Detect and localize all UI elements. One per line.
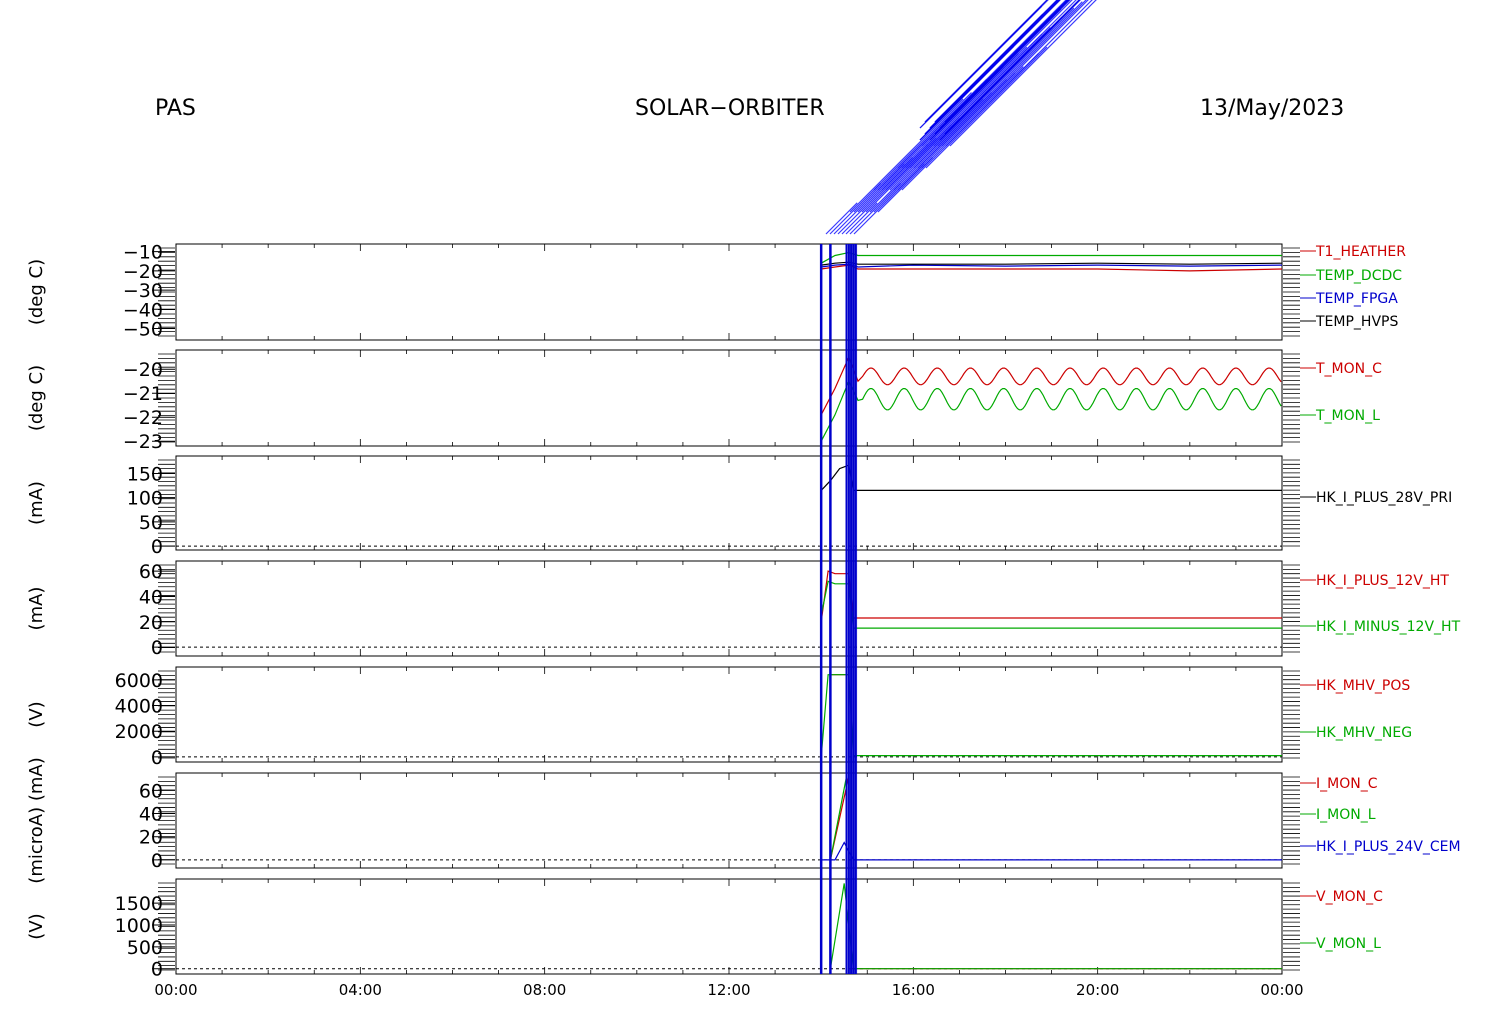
y-tick-label: −23 [123,431,163,453]
y-tick-label: 0 [151,959,163,981]
event-label-stroke [913,7,1075,169]
series-line [821,841,1282,861]
series-line [820,580,1282,629]
series-line [829,776,848,861]
event-marker-band [848,244,858,974]
event-label-stroke [845,202,878,235]
event-label-stroke [825,202,858,235]
legend-label: HK_MHV_POS [1316,678,1410,694]
y-axis-label: (V) [26,701,47,727]
y-tick-label: 20 [139,827,163,849]
y-axis-label: (mA) [26,587,47,631]
y-tick-label: 0 [151,850,163,872]
y-tick-label: −20 [123,359,163,381]
y-tick-label: 1500 [115,893,163,915]
x-tick-label: 08:00 [523,981,566,999]
panel-frame [175,560,1283,657]
y-tick-label: 0 [151,747,163,769]
y-tick-label: 100 [127,488,163,510]
panel-frame [175,455,1283,551]
panel-i12: 0 20 40 60 (mA) HK_I_PLUS_12V_HT HK_I_MINUS_12… [26,560,1461,659]
legend-label: T_MON_C [1315,361,1382,377]
legend-label: HK_I_PLUS_24V_CEM [1316,839,1461,855]
y-axis-label: (mA) [26,481,47,525]
y-tick-label: 500 [127,937,163,959]
event-label-stroke [909,27,1051,169]
series-line [820,379,1282,442]
event-label-stroke [919,0,1049,129]
panel-imon: 0204060 (microA) (mA) I_MON_C I_MON_L HK_I_P… [26,757,1461,883]
panel-temps: −10−20−30−40−50(deg C)T1_HEATHERTEMP_DCD… [26,242,1406,341]
panel-frame [175,349,1283,447]
y-tick-label: 0 [151,536,163,558]
y-axis-label: (deg C) [26,259,47,325]
x-tick-label: 12:00 [707,981,750,999]
y-tick-label: −22 [123,407,163,429]
legend-label: HK_I_PLUS_12V_HT [1316,573,1449,589]
panel-frame [175,772,1283,869]
series-line [820,570,1282,622]
legend-label: I_MON_C [1316,776,1378,792]
y-tick-label: 50 [139,512,163,534]
y-tick-label: 40 [139,804,163,826]
x-tick-label: 20:00 [1076,981,1119,999]
event-labels-decoration [825,0,1097,235]
event-label-stroke [849,98,964,213]
y-tick-label: 1000 [115,915,163,937]
y-tick-label: 6000 [115,670,163,692]
panel-frame [175,878,1283,975]
legend-label: HK_I_MINUS_12V_HT [1316,619,1461,635]
y-tick-label: 0 [151,637,163,659]
panel-mhv: 0 2000 4000 6000 (V) HK_MHV_POS HK_MHV_NEG [26,666,1412,769]
event-label-stroke [944,0,1080,135]
legend-label: TEMP_HVPS [1315,314,1398,330]
panel-i28: 050100 150 (mA) HK_I_PLUS_28V_PRI [26,455,1452,558]
x-tick-label: 16:00 [892,981,935,999]
y-tick-label: 20 [139,612,163,634]
event-label-stroke [905,46,1028,169]
x-tick-label: 04:00 [339,981,382,999]
y-tick-label: 60 [139,561,163,583]
event-label-stroke [921,66,1024,169]
series-line [820,251,1282,264]
legend-label: I_MON_L [1316,807,1376,823]
legend-label: TEMP_FPGA [1315,291,1398,307]
y-tick-label: −21 [123,383,163,405]
event-label-stroke [937,1,1083,147]
y-tick-label: 150 [127,463,163,485]
series-line [821,261,1283,266]
x-tick-label: 00:00 [1260,981,1303,999]
panel-frame [175,243,1283,341]
y-tick-label: 60 [139,780,163,802]
panel-tmon: −20−21−22−23 (deg C) T_MON_C T_MON_L [26,349,1382,453]
housekeeping-chart: −10−20−30−40−50(deg C)T1_HEATHERTEMP_DCD… [26,0,1461,999]
y-tick-label: 40 [139,586,163,608]
series-line [820,464,1282,491]
y-axis-label: (deg C) [26,365,47,431]
legend-label: HK_MHV_NEG [1316,725,1412,741]
legend-label: V_MON_C [1316,889,1383,905]
legend-label: V_MON_L [1316,936,1381,952]
x-tick-label: 00:00 [154,981,197,999]
series-line [829,883,1282,970]
y-tick-label: 2000 [115,721,163,743]
y-axis-label: (microA) (mA) [26,757,47,883]
panel-vmon: 050010001500 (V) V_MON_C V_MON_L [26,878,1383,981]
panel-frame [175,666,1283,763]
event-label-stroke [949,0,1097,147]
legend-label: TEMP_DCDC [1315,268,1402,284]
legend-label: T1_HEATHER [1315,244,1406,260]
event-label-stroke [873,92,972,191]
series-line [820,355,1282,416]
y-tick-label: −50 [123,318,163,340]
y-tick-label: 4000 [115,696,163,718]
series-line [820,674,1282,757]
y-axis-label: (V) [26,913,47,939]
event-label-stroke [925,46,1048,169]
legend-label: HK_I_PLUS_28V_PRI [1316,490,1452,506]
legend-label: T_MON_L [1315,408,1380,424]
